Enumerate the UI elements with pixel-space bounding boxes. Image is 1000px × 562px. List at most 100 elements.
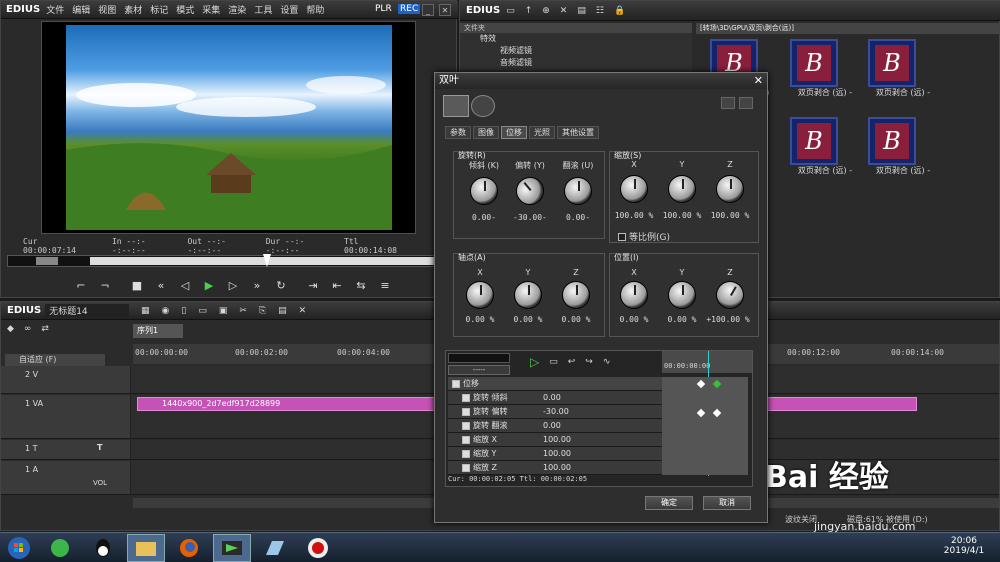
knob-dial[interactable] [620, 175, 648, 203]
knob-pivot-x[interactable]: X 0.00 % [460, 268, 503, 324]
menu-view[interactable]: 视图 [98, 3, 116, 16]
knob-pos-y[interactable]: Y 0.00 % [662, 268, 705, 324]
knob-pivot-y[interactable]: Y 0.00 % [508, 268, 551, 324]
rec-indicator[interactable]: REC [398, 4, 421, 14]
play-icon[interactable]: ▶ [199, 277, 219, 293]
minimize-button[interactable]: _ [422, 4, 434, 16]
redo-icon[interactable] [739, 97, 753, 109]
qq-icon[interactable] [84, 534, 122, 562]
kf-param-value[interactable]: 100.00 [543, 449, 571, 458]
record-icon[interactable] [299, 534, 337, 562]
stop-icon[interactable]: ■ [127, 277, 147, 293]
kf-row[interactable]: 旋转 翻滚 0.00 [448, 419, 662, 433]
knob-dial[interactable] [564, 177, 592, 205]
cancel-button[interactable]: 取消 [703, 496, 751, 510]
close-icon[interactable]: ✕ [439, 4, 451, 16]
knob-dial[interactable] [620, 281, 648, 309]
kf-param-value[interactable]: 100.00 [543, 463, 571, 472]
thumb-6[interactable]: B 双页剥合 (远) - [868, 117, 938, 176]
timer-icon[interactable] [471, 95, 495, 117]
kf-param-value[interactable]: 100.00 [543, 435, 571, 444]
lock-icon[interactable]: 🔒 [614, 6, 625, 16]
kf-param-value[interactable]: -30.00 [543, 407, 569, 416]
knob-pos-x[interactable]: X 0.00 % [614, 268, 657, 324]
graph-icon[interactable]: ∿ [603, 357, 611, 367]
shuttle-handle[interactable] [36, 257, 58, 265]
play-icon[interactable]: ▷ [530, 355, 539, 369]
knob-dial[interactable] [562, 281, 590, 309]
menu-help[interactable]: 帮助 [306, 3, 324, 16]
tree-item-audio-filters[interactable]: 音频滤镜 [460, 57, 692, 69]
kf-row[interactable]: 缩放 Z 100.00 [448, 461, 662, 475]
capture-icon[interactable]: ◉ [162, 306, 170, 316]
scrub-track[interactable] [90, 257, 452, 265]
keyframe-marker[interactable] [696, 408, 706, 418]
folder-icon[interactable]: ▭ [506, 6, 515, 16]
keyframe-marker[interactable] [696, 379, 706, 389]
tree-item-effects[interactable]: 特效 [460, 33, 692, 45]
kf-row[interactable]: 旋转 倾斜 0.00 [448, 391, 662, 405]
checkbox[interactable] [462, 421, 470, 430]
menu-mode[interactable]: 模式 [176, 3, 194, 16]
menu-edit[interactable]: 编辑 [72, 3, 90, 16]
keyframe-marker[interactable] [712, 379, 722, 389]
knob-pos-z[interactable]: Z +100.00 % [706, 268, 751, 324]
menu-marker[interactable]: 标记 [150, 3, 168, 16]
knob-dial[interactable] [668, 175, 696, 203]
knob-scale-x[interactable]: X 100.00 % [614, 160, 657, 220]
proportional-checkbox[interactable]: 等比例(G) [618, 230, 670, 243]
kf-row[interactable]: 缩放 X 100.00 [448, 433, 662, 447]
sequence-tab[interactable]: 序列1 [133, 324, 183, 338]
prev-key-icon[interactable]: ↩ [568, 357, 576, 367]
kf-group-row[interactable]: 位移 [448, 377, 662, 391]
checkbox[interactable] [618, 232, 626, 241]
monitor-icon[interactable]: ▭ [549, 357, 558, 367]
ok-button[interactable]: 确定 [645, 496, 693, 510]
knob-dial[interactable] [514, 281, 542, 309]
insert-icon[interactable]: ⇥ [303, 277, 323, 293]
knob-tilt[interactable]: 倾斜 (K) 0.00- [454, 160, 507, 222]
up-icon[interactable]: ↑ [525, 6, 533, 16]
checkbox[interactable] [462, 449, 470, 458]
checkbox[interactable] [462, 407, 470, 416]
knob-dial[interactable] [510, 171, 550, 211]
view-icon[interactable]: ☷ [596, 6, 604, 16]
next-key-icon[interactable]: ↪ [585, 357, 593, 367]
set-out-icon[interactable]: ¬ [95, 277, 115, 293]
save-icon[interactable]: ▣ [219, 306, 228, 316]
more-icon[interactable]: ≡ [375, 277, 395, 293]
firefox-icon[interactable] [170, 534, 208, 562]
close-icon[interactable]: ✕ [754, 74, 763, 87]
knob-scale-z[interactable]: Z 100.00 % [710, 160, 753, 220]
knob-dial[interactable] [710, 275, 750, 315]
menu-capture[interactable]: 采集 [202, 3, 220, 16]
scrub-bar[interactable] [7, 254, 453, 267]
knob-dial[interactable] [668, 281, 696, 309]
link-icon[interactable]: ∞ [24, 324, 32, 334]
thumb-2[interactable]: B 双页剥合 (远) - [790, 39, 860, 98]
system-clock[interactable]: 20:06 2019/4/1 [942, 536, 986, 556]
kf-row[interactable]: 旋转 偏转 -30.00 [448, 405, 662, 419]
knob-yaw[interactable]: 偏转 (Y) -30.00- [504, 160, 553, 222]
menu-settings[interactable]: 设置 [280, 3, 298, 16]
knob-roll[interactable]: 翻滚 (U) 0.00- [554, 160, 601, 222]
replace-icon[interactable]: ⇆ [351, 277, 371, 293]
loop-icon[interactable]: ↻ [271, 277, 291, 293]
checkbox[interactable] [462, 393, 470, 402]
start-button[interactable] [2, 534, 36, 562]
fast-forward-icon[interactable]: » [247, 277, 267, 293]
next-frame-icon[interactable]: ▷ [223, 277, 243, 293]
tab-params[interactable]: 参数 [445, 126, 471, 139]
menu-render[interactable]: 渲染 [228, 3, 246, 16]
menu-clip[interactable]: 素材 [124, 3, 142, 16]
rewind-icon[interactable]: « [151, 277, 171, 293]
palette-icon[interactable] [443, 95, 469, 117]
set-in-icon[interactable]: ⌐ [71, 277, 91, 293]
tree-item-video-filters[interactable]: 视频滤镜 [460, 45, 692, 57]
tab-other[interactable]: 其他设置 [557, 126, 599, 139]
delete-icon[interactable]: ✕ [299, 306, 307, 316]
knob-pivot-z[interactable]: Z 0.00 % [556, 268, 599, 324]
menu-file[interactable]: 文件 [46, 3, 64, 16]
knob-dial[interactable] [716, 175, 744, 203]
knob-scale-y[interactable]: Y 100.00 % [662, 160, 705, 220]
